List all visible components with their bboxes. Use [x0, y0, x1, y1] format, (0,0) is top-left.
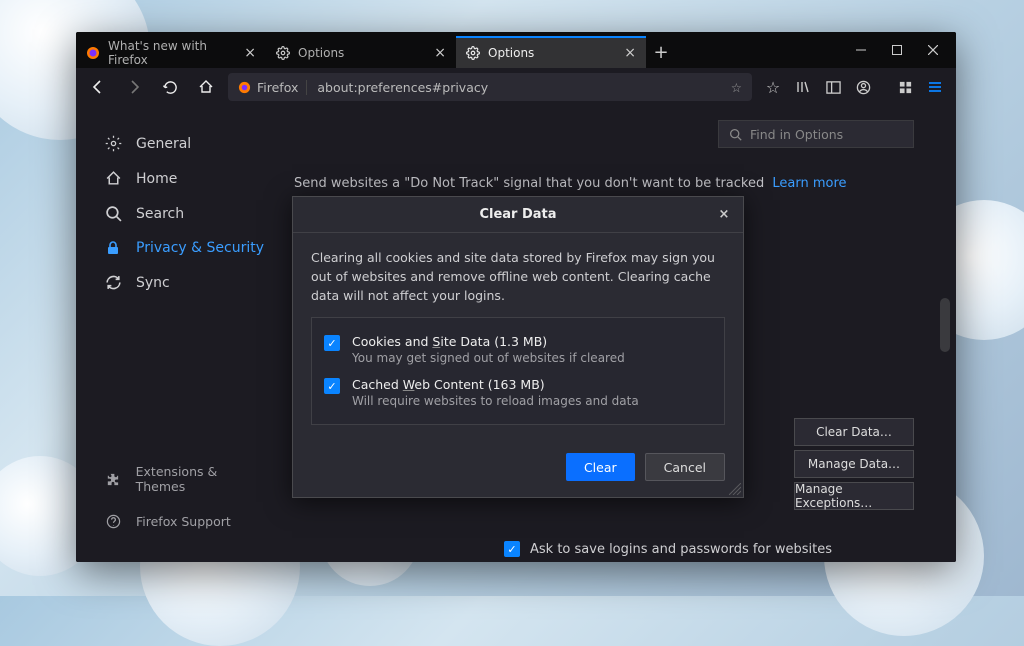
toolbar: Firefox about:preferences#privacy ☆ ☆ — [76, 68, 956, 106]
library-icon[interactable] — [790, 74, 816, 100]
checkbox-cookies-site-data[interactable]: ✓ Cookies and Site Data (1.3 MB) You may… — [324, 328, 712, 371]
close-icon[interactable]: × — [434, 45, 446, 61]
find-in-options[interactable]: Find in Options — [718, 120, 914, 148]
account-icon[interactable] — [850, 74, 876, 100]
checkbox-ask-save-logins[interactable]: ✓ Ask to save logins and passwords for w… — [504, 536, 832, 562]
checkbox-label: Ask to save logins and passwords for web… — [530, 542, 832, 557]
tab-label: What's new with Firefox — [108, 39, 236, 67]
sidebar-item-sync[interactable]: Sync — [96, 265, 276, 300]
sidebar-item-label: Search — [136, 206, 184, 222]
sidebar-item-general[interactable]: General — [96, 126, 276, 161]
sidebar-item-label: General — [136, 136, 191, 152]
scrollbar-thumb[interactable] — [940, 298, 950, 352]
tab-strip: What's new with Firefox × Options × Opti… — [76, 32, 844, 68]
puzzle-icon — [104, 472, 122, 487]
dialog-actions: Clear Cancel — [293, 439, 743, 497]
sidebar: General Home Search Privacy & Security S… — [76, 106, 286, 562]
checkbox-label: Cached Web Content (163 MB) — [352, 377, 639, 392]
site-identity[interactable]: Firefox — [238, 80, 307, 95]
tab-whatsnew[interactable]: What's new with Firefox × — [76, 36, 266, 68]
cancel-button[interactable]: Cancel — [645, 453, 725, 481]
dnt-row: Send websites a "Do Not Track" signal th… — [294, 176, 928, 191]
dialog-options: ✓ Cookies and Site Data (1.3 MB) You may… — [311, 317, 725, 425]
dialog-body: Clearing all cookies and site data store… — [293, 233, 743, 439]
home-icon — [104, 170, 122, 187]
sync-icon — [104, 274, 122, 291]
sidebar-item-support[interactable]: Firefox Support — [96, 505, 276, 538]
lock-icon — [104, 240, 122, 256]
resize-grip-icon[interactable] — [729, 483, 741, 495]
close-icon[interactable]: × — [624, 45, 636, 61]
search-placeholder: Find in Options — [750, 127, 843, 142]
new-tab-button[interactable]: + — [646, 36, 676, 68]
help-icon — [104, 514, 122, 529]
search-icon — [104, 205, 122, 222]
gear-icon — [276, 46, 290, 60]
close-window-button[interactable] — [916, 36, 950, 64]
learn-more-link[interactable]: Learn more — [772, 176, 846, 191]
dialog-close-button[interactable]: × — [713, 203, 735, 225]
close-icon[interactable]: × — [244, 45, 256, 61]
manage-exceptions-button[interactable]: Manage Exceptions… — [794, 482, 914, 510]
sidebar-item-label: Privacy & Security — [136, 240, 264, 256]
sidebar-item-label: Firefox Support — [136, 514, 231, 529]
dnt-text: Send websites a "Do Not Track" signal th… — [294, 176, 764, 191]
tab-label: Options — [298, 46, 344, 60]
maximize-button[interactable] — [880, 36, 914, 64]
tab-label: Options — [488, 46, 534, 60]
dialog-titlebar: Clear Data × — [293, 197, 743, 233]
clear-data-button[interactable]: Clear Data… — [794, 418, 914, 446]
search-icon — [729, 128, 742, 141]
sidebar-item-home[interactable]: Home — [96, 161, 276, 196]
gear-icon — [104, 135, 122, 152]
tab-options-1[interactable]: Options × — [266, 36, 456, 68]
menu-icon[interactable] — [922, 74, 948, 100]
bookmark-star-icon[interactable]: ☆ — [731, 80, 742, 95]
checkbox-icon[interactable]: ✓ — [324, 378, 340, 394]
manage-data-button[interactable]: Manage Data… — [794, 450, 914, 478]
checkbox-icon[interactable]: ✓ — [324, 335, 340, 351]
dialog-description: Clearing all cookies and site data store… — [311, 249, 725, 305]
gear-icon — [466, 46, 480, 60]
dialog-title-text: Clear Data — [479, 207, 556, 222]
clear-button[interactable]: Clear — [566, 453, 635, 481]
logins-checkboxes: ✓ Ask to save logins and passwords for w… — [504, 536, 832, 562]
sidebar-item-privacy[interactable]: Privacy & Security — [96, 231, 276, 265]
checkbox-cached-web-content[interactable]: ✓ Cached Web Content (163 MB) Will requi… — [324, 371, 712, 414]
firefox-logo-icon — [238, 81, 251, 94]
extensions-icon[interactable] — [892, 74, 918, 100]
sidebar-item-label: Sync — [136, 275, 170, 291]
sidebar-item-extensions[interactable]: Extensions & Themes — [96, 455, 276, 503]
minimize-button[interactable] — [844, 36, 878, 64]
home-button[interactable] — [192, 73, 220, 101]
checkbox-label: Cookies and Site Data (1.3 MB) — [352, 334, 625, 349]
pocket-icon[interactable]: ☆ — [760, 74, 786, 100]
sidebar-item-label: Home — [136, 171, 177, 187]
firefox-favicon-icon — [86, 46, 100, 60]
tab-options-active[interactable]: Options × — [456, 36, 646, 68]
forward-button[interactable] — [120, 73, 148, 101]
checkbox-sublabel: Will require websites to reload images a… — [352, 394, 639, 408]
back-button[interactable] — [84, 73, 112, 101]
reload-button[interactable] — [156, 73, 184, 101]
checkbox-sublabel: You may get signed out of websites if cl… — [352, 351, 625, 365]
titlebar: What's new with Firefox × Options × Opti… — [76, 32, 956, 68]
clear-data-dialog: Clear Data × Clearing all cookies and si… — [292, 196, 744, 498]
checkbox-icon[interactable]: ✓ — [504, 541, 520, 557]
sidebar-item-search[interactable]: Search — [96, 196, 276, 231]
identity-label: Firefox — [257, 80, 298, 95]
window-controls — [844, 32, 956, 68]
sidebar-item-label: Extensions & Themes — [136, 464, 268, 494]
sidebar-icon[interactable] — [820, 74, 846, 100]
url-text: about:preferences#privacy — [317, 80, 720, 95]
address-bar[interactable]: Firefox about:preferences#privacy ☆ — [228, 73, 752, 101]
